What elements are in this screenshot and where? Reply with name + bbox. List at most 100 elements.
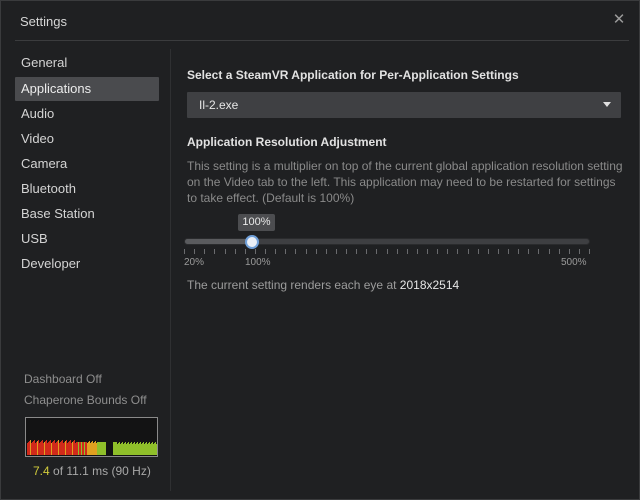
frame-bar	[147, 444, 148, 455]
slider-tick	[477, 249, 479, 254]
frame-bar	[154, 443, 155, 455]
frame-bar	[50, 440, 51, 455]
sidebar-item-camera[interactable]: Camera	[15, 152, 159, 176]
frame-bar	[27, 443, 28, 455]
slider-tick	[335, 249, 337, 254]
slider-tick	[184, 249, 185, 254]
frame-bar	[98, 442, 99, 455]
slider-default-label: 100%	[245, 257, 271, 268]
frame-bar	[118, 443, 119, 455]
resolution-title: Application Resolution Adjustment	[187, 135, 387, 149]
frame-bar	[32, 442, 33, 455]
slider-tick	[224, 249, 226, 254]
frame-bar	[133, 443, 134, 455]
sidebar-item-video[interactable]: Video	[15, 127, 159, 151]
frame-bar	[73, 441, 74, 455]
frame-bar	[34, 440, 35, 455]
resolution-description: This setting is a multiplier on top of t…	[187, 159, 623, 205]
frame-bar	[67, 443, 68, 455]
slider-tick	[528, 249, 530, 254]
frame-bar	[84, 442, 85, 455]
slider-max-label: 500%	[561, 257, 587, 268]
frame-bar	[120, 444, 121, 455]
frame-bar	[152, 442, 153, 455]
frame-bar	[105, 442, 106, 455]
sidebar-item-developer[interactable]: Developer	[15, 252, 159, 276]
frame-bar	[51, 443, 52, 455]
frame-bar	[130, 443, 131, 455]
frame-bar	[69, 441, 70, 455]
frame-bar	[113, 442, 114, 455]
slider-tick	[204, 249, 206, 254]
slider-tick	[437, 249, 439, 254]
sidebar-item-usb[interactable]: USB	[15, 227, 159, 251]
slider-tick	[568, 249, 570, 254]
frame-bar	[128, 442, 129, 455]
frame-bar	[48, 442, 49, 455]
chaperone-status: Chaperone Bounds Off	[24, 393, 147, 407]
frame-bar	[83, 442, 84, 455]
render-resolution-value: 2018x2514	[399, 278, 460, 292]
frame-bar	[92, 441, 93, 455]
frame-bar	[119, 442, 120, 455]
sidebar-item-bluetooth[interactable]: Bluetooth	[15, 177, 159, 201]
frame-bar	[139, 443, 140, 455]
frame-bar	[58, 440, 59, 455]
dashboard-status: Dashboard Off	[24, 372, 102, 386]
frame-bar	[44, 442, 45, 455]
slider-tick	[589, 249, 590, 254]
slider-min-label: 20%	[184, 257, 205, 268]
frame-bar	[123, 444, 124, 455]
frame-time-value: 7.4	[33, 464, 50, 478]
frame-bar	[68, 442, 69, 455]
frame-bar	[74, 440, 75, 455]
frame-bar	[43, 443, 44, 455]
application-select[interactable]: Il-2.exe	[187, 92, 621, 118]
frame-bar	[89, 441, 90, 455]
frame-bar	[66, 440, 67, 455]
frame-bar	[71, 443, 72, 455]
frame-timing-graph[interactable]	[25, 417, 158, 457]
frame-bar	[88, 442, 89, 455]
chevron-down-icon	[603, 102, 611, 107]
frame-bar	[46, 440, 47, 455]
frame-bar	[78, 442, 79, 455]
frame-bar	[82, 442, 83, 455]
slider-tick	[548, 249, 550, 254]
frame-bar	[132, 444, 133, 455]
sidebar-item-audio[interactable]: Audio	[15, 102, 159, 126]
frame-bar	[122, 442, 123, 455]
slider-tick	[244, 249, 246, 254]
frame-bar	[30, 440, 31, 455]
frame-bar	[144, 444, 145, 455]
frame-bar	[63, 443, 64, 455]
frame-bar	[57, 441, 58, 455]
main-content: Select a SteamVR Application for Per-App…	[184, 1, 627, 500]
frame-bar	[96, 443, 97, 455]
frame-bar	[60, 442, 61, 455]
frame-bar	[49, 441, 50, 455]
sidebar-item-applications[interactable]: Applications	[15, 77, 159, 101]
frame-bar	[37, 441, 38, 455]
sidebar-divider	[170, 49, 171, 491]
frame-bar	[121, 443, 122, 455]
frame-bar	[146, 442, 147, 455]
resolution-slider-thumb[interactable]	[244, 235, 259, 249]
slider-tick	[427, 249, 428, 254]
sidebar-item-base-station[interactable]: Base Station	[15, 202, 159, 226]
frame-bar	[35, 443, 36, 455]
frame-bar	[101, 442, 102, 455]
frame-bar	[52, 442, 53, 455]
slider-tick	[356, 249, 358, 254]
frame-bar	[81, 442, 82, 455]
frame-bar	[40, 442, 41, 455]
frame-bar	[117, 444, 118, 455]
slider-tick	[315, 249, 317, 254]
frame-bar	[54, 440, 55, 455]
frame-bar	[55, 443, 56, 455]
sidebar-item-general[interactable]: General	[15, 51, 159, 75]
frame-bar	[39, 443, 40, 455]
frame-bar	[45, 441, 46, 455]
application-select-value: Il-2.exe	[199, 98, 239, 112]
frame-bar	[140, 442, 141, 455]
